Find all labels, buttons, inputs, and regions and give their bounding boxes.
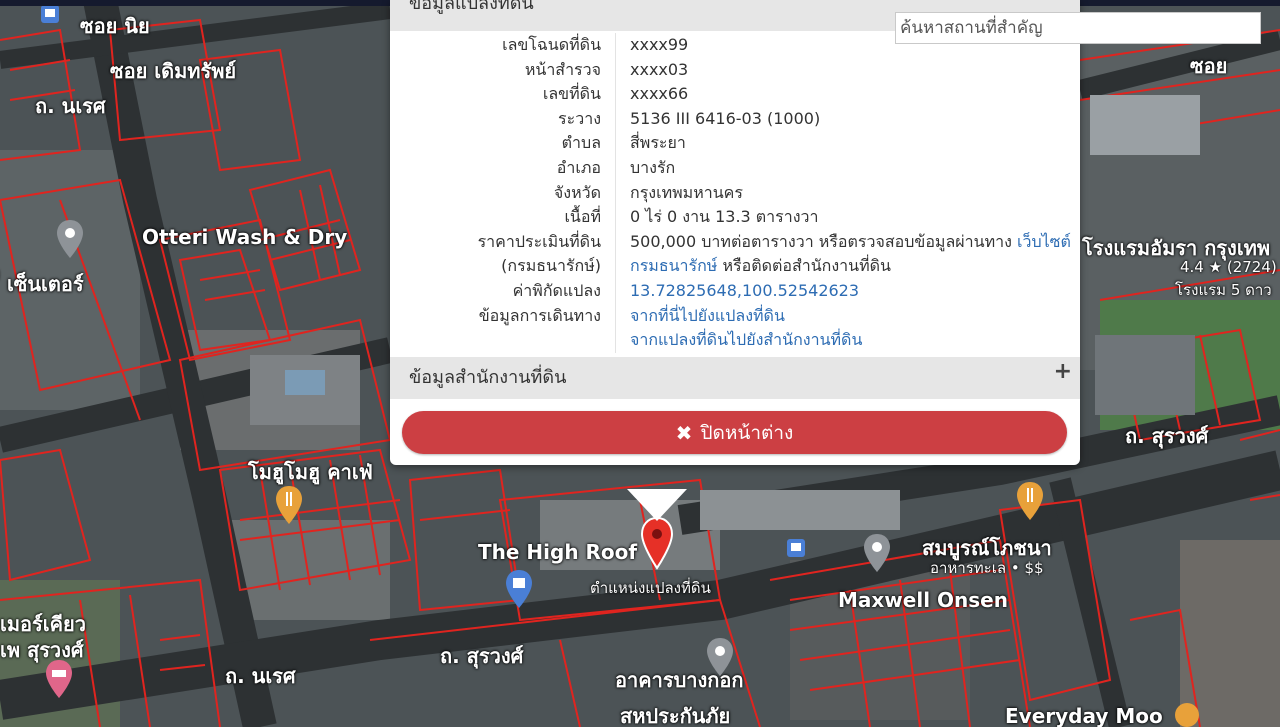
expand-plus-icon[interactable]: + (1054, 361, 1072, 383)
map-label-plot-marker: ตำแหน่งแปลงที่ดิน (590, 579, 711, 597)
restaurant-pin-icon-3[interactable] (1172, 700, 1202, 727)
map-label-surawong-1: ถ. สุรวงศ์ (440, 644, 524, 668)
info-label: เนื้อที่ (390, 205, 616, 230)
info-label: เลขที่ดิน (390, 82, 616, 107)
info-value: xxxx66 (630, 84, 689, 104)
info-label: อำเภอ (390, 155, 616, 181)
info-label: ค่าพิกัดแปลง (390, 278, 616, 304)
travel-label: ข้อมูลการเดินทาง (478, 305, 601, 325)
map-label-maxwell: Maxwell Onsen (838, 588, 1008, 612)
info-value-travel: จากที่นี่ไปยังแปลงที่ดิน จากแปลงที่ดินไป… (616, 304, 1080, 353)
hotel-pin-icon[interactable] (44, 658, 74, 700)
map-label-everyday: Everyday Moo (1005, 704, 1163, 727)
info-value: กรุงเทพมหานคร (630, 182, 743, 202)
landmark-search-input[interactable] (895, 12, 1261, 44)
info-row-travel: ข้อมูลการเดินทาง จากที่นี่ไปยังแปลงที่ดิ… (390, 303, 1080, 353)
price-label-line-2: (กรมธนารักษ์) (501, 256, 601, 276)
map-label-otteri: Otteri Wash & Dry (142, 225, 348, 249)
info-label: เลขโฉนดที่ดิน (390, 33, 616, 58)
land-office-section-title: ข้อมูลสำนักงานที่ดิน (409, 367, 567, 388)
info-label: ข้อมูลการเดินทาง (390, 303, 616, 353)
restaurant-pin-icon-2[interactable] (1015, 480, 1045, 522)
info-label: ระวาง (390, 106, 616, 132)
info-row-appraised-price: ราคาประเมินที่ดิน (กรมธนารักษ์) 500,000 … (390, 229, 1080, 279)
map-label-bangkok-building-2: สหประกันภัย (620, 704, 731, 727)
map-label-amara-rating: 4.4 ★ (2724) (1180, 258, 1277, 276)
map-label-soi-1: ซอย นิย (80, 14, 150, 38)
map-label-amara-hotel: โรงแรม 5 ดาว (1175, 281, 1272, 299)
info-value: 0 ไร่ 0 งาน 13.3 ตารางวา (630, 207, 819, 227)
info-label: จังหวัด (390, 180, 616, 206)
directions-to-plot-link[interactable]: จากที่นี่ไปยังแปลงที่ดิน (630, 306, 785, 325)
info-label: ตำบล (390, 131, 616, 156)
map-label-soi-right: ซอย (1190, 54, 1228, 78)
info-value: สี่พระยา (630, 133, 686, 153)
plot-location-marker-icon[interactable] (640, 516, 674, 572)
coordinates-link[interactable]: 13.72825648,100.52542623 (630, 281, 859, 300)
bus-stop-icon-2[interactable] (40, 4, 60, 24)
plot-info-section-title: ข้อมูลแปลงที่ดิน (409, 0, 534, 14)
info-row-land-number: เลขที่ดิน xxxx66 (390, 82, 1080, 107)
land-office-section-header[interactable]: ข้อมูลสำนักงานที่ดิน + (390, 357, 1080, 399)
map-label-soi-2: ซอย เดิมทรัพย์ (110, 59, 237, 83)
close-window-button[interactable]: ✖ ปิดหน้าต่าง (402, 411, 1067, 454)
map-label-sompong-sub: อาหารทะเล • $$ (930, 559, 1044, 577)
info-value: บางรัก (630, 157, 676, 177)
price-label-line-1: ราคาประเมินที่ดิน (477, 231, 601, 251)
info-row-province: จังหวัด กรุงเทพมหานคร (390, 180, 1080, 206)
info-value-price: 500,000 บาทต่อตารางวา หรือตรวจสอบข้อมูลผ… (616, 230, 1080, 279)
info-row-area: เนื้อที่ 0 ไร่ 0 งาน 13.3 ตารางวา (390, 205, 1080, 230)
info-label: หน้าสำรวจ (390, 57, 616, 83)
info-row-subdistrict: ตำบล สี่พระยา (390, 131, 1080, 156)
info-value: 5136 III 6416-03 (1000) (630, 108, 821, 128)
plot-info-table: เลขโฉนดที่ดิน xxxx99 หน้าสำรวจ xxxx03 เล… (390, 33, 1080, 353)
land-plot-info-popup: ข้อมูลแปลงที่ดิน เลขโฉนดที่ดิน xxxx99 หน… (390, 0, 1080, 465)
map-label-high-roof: The High Roof (478, 540, 638, 564)
restaurant-pin-icon[interactable] (274, 484, 304, 526)
close-window-label: ปิดหน้าต่าง (700, 421, 794, 444)
gray-place-pin-icon[interactable] (55, 218, 85, 260)
info-label-price: ราคาประเมินที่ดิน (กรมธนารักษ์) (390, 229, 616, 279)
info-row-district: อำเภอ บางรัก (390, 155, 1080, 181)
close-x-icon: ✖ (675, 420, 693, 445)
gray-place-pin-icon-3[interactable] (705, 636, 735, 678)
info-row-coordinates: ค่าพิกัดแปลง 13.72825648,100.52542623 (390, 278, 1080, 304)
price-suffix: หรือติดต่อสำนักงานที่ดิน (722, 256, 891, 276)
shopping-pin-icon[interactable] (504, 568, 534, 610)
bus-stop-icon[interactable] (786, 538, 806, 558)
treasury-website-link[interactable]: เว็บไซต์ (1017, 232, 1071, 251)
info-value: xxxx03 (630, 59, 689, 79)
map-label-surawong-2: ถ. สุรวงศ์ (1125, 424, 1209, 448)
map-label-nared-road: ถ. นเรศ (35, 94, 106, 118)
info-row-survey-page: หน้าสำรวจ xxxx03 (390, 57, 1080, 83)
popup-pointer (627, 489, 687, 521)
directions-to-office-link[interactable]: จากแปลงที่ดินไปยังสำนักงานที่ดิน (630, 330, 862, 349)
gray-place-pin-icon-2[interactable] (862, 532, 892, 574)
info-row-map-sheet: ระวาง 5136 III 6416-03 (1000) (390, 106, 1080, 132)
map-label-nared-road-2: ถ. นเรศ (225, 664, 296, 688)
map-label-center: ี่ เซ็นเตอร์ (0, 272, 84, 296)
treasury-department-link[interactable]: กรมธนารักษ์ (630, 256, 717, 275)
price-text: 500,000 บาทต่อตารางวา หรือตรวจสอบข้อมูลผ… (630, 231, 1012, 251)
map-label-momo: โมฮูโมฮู คาเฟ่ (248, 460, 373, 484)
